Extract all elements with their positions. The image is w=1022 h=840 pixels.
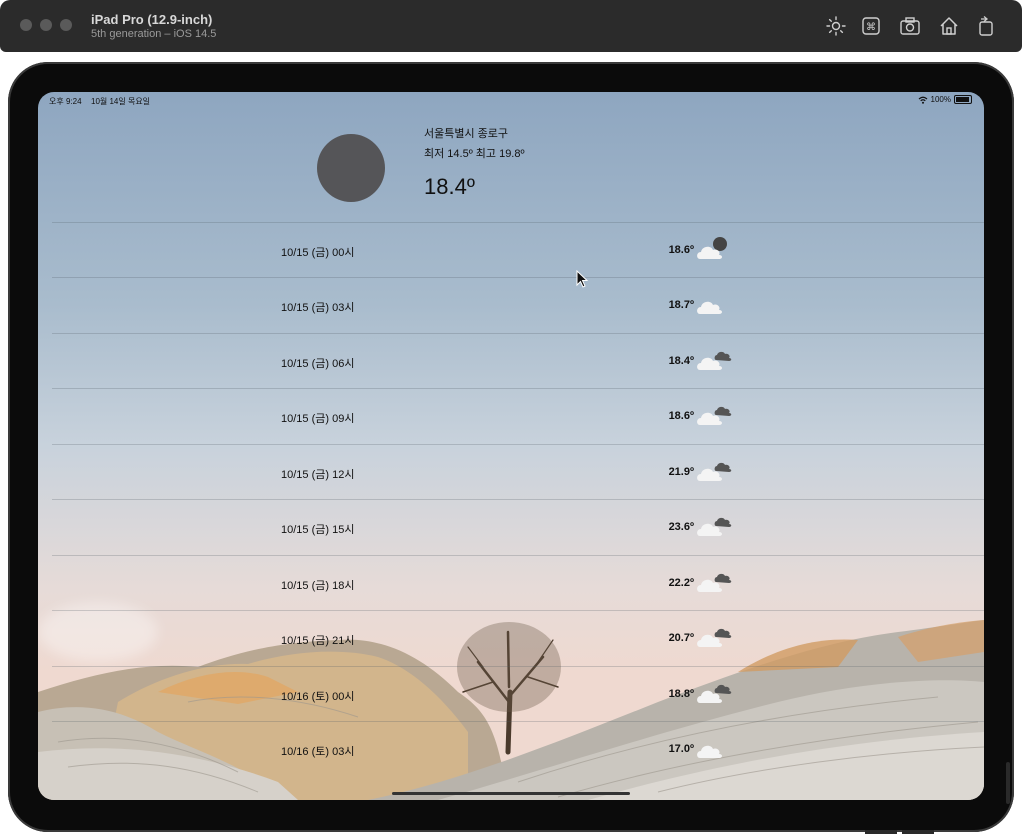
clouds-icon <box>697 406 732 425</box>
forecast-temperature: 18.6º <box>668 410 694 422</box>
forecast-row[interactable]: 10/15 (금) 12시 21.9º <box>52 444 984 500</box>
battery-icon <box>954 95 972 104</box>
home-indicator[interactable] <box>392 792 630 795</box>
cloud-icon <box>697 745 722 758</box>
close-window-button[interactable] <box>20 19 32 31</box>
forecast-time: 10/15 (금) 18시 <box>281 580 355 592</box>
forecast-temperature: 21.9º <box>668 466 694 478</box>
brightness-icon[interactable] <box>825 15 847 37</box>
minimize-window-button[interactable] <box>40 19 52 31</box>
forecast-temperature: 23.6º <box>668 521 694 533</box>
forecast-row[interactable]: 10/15 (금) 06시 18.4º <box>52 333 984 389</box>
forecast-time: 10/15 (금) 15시 <box>281 524 355 536</box>
forecast-temperature: 22.2º <box>668 577 694 589</box>
forecast-time: 10/16 (토) 00시 <box>281 691 355 703</box>
zoom-window-button[interactable] <box>60 19 72 31</box>
forecast-row[interactable]: 10/15 (금) 09시 18.6º <box>52 388 984 444</box>
clouds-icon <box>697 628 732 647</box>
status-bar: 오후 9:24 10월 14일 목요일 100% <box>38 92 984 110</box>
forecast-temperature: 18.6º <box>668 244 694 256</box>
location-label: 서울특별시 종로구 <box>424 128 509 140</box>
forecast-temperature: 18.4º <box>668 355 694 367</box>
forecast-time: 10/15 (금) 00시 <box>281 247 355 259</box>
status-date: 10월 14일 목요일 <box>91 97 151 106</box>
clouds-icon <box>697 573 732 592</box>
forecast-row[interactable]: 10/16 (토) 03시 17.0º <box>52 721 984 777</box>
forecast-temperature: 18.8º <box>668 688 694 700</box>
status-time: 오후 9:24 <box>49 97 82 106</box>
ipad-screen: 오후 9:24 10월 14일 목요일 100% 서울특별시 종로구 최저 14… <box>38 92 984 800</box>
mouse-cursor-icon <box>576 270 589 288</box>
forecast-row[interactable]: 10/15 (금) 03시 18.7º <box>52 277 984 333</box>
status-right: 100% <box>918 95 972 104</box>
battery-percent: 100% <box>930 95 951 104</box>
clouds-icon <box>697 684 732 703</box>
forecast-time: 10/15 (금) 21시 <box>281 635 355 647</box>
forecast-time: 10/15 (금) 09시 <box>281 413 355 425</box>
forecast-time: 10/15 (금) 12시 <box>281 469 355 481</box>
forecast-row[interactable]: 10/15 (금) 18시 22.2º <box>52 555 984 611</box>
side-button[interactable] <box>1006 762 1010 804</box>
rotate-icon[interactable] <box>975 15 997 37</box>
svg-text:⌘: ⌘ <box>866 22 876 33</box>
forecast-temperature: 20.7º <box>668 632 694 644</box>
screenshot-icon[interactable] <box>899 15 921 37</box>
forecast-row[interactable]: 10/15 (금) 15시 23.6º <box>52 499 984 555</box>
clouds-icon <box>697 351 732 370</box>
device-detail: 5th generation – iOS 14.5 <box>91 28 217 40</box>
forecast-temperature: 17.0º <box>668 743 694 755</box>
command-icon[interactable]: ⌘ <box>860 15 882 37</box>
clouds-icon <box>697 517 732 536</box>
min-max-label: 최저 14.5º 최고 19.8º <box>424 148 525 160</box>
forecast-row[interactable]: 10/15 (금) 00시 18.6º <box>52 222 984 278</box>
volume-button[interactable] <box>865 830 897 834</box>
device-name: iPad Pro (12.9-inch) <box>91 12 213 27</box>
forecast-time: 10/15 (금) 03시 <box>281 302 355 314</box>
forecast-row[interactable]: 10/16 (토) 00시 18.8º <box>52 666 984 722</box>
current-temperature: 18.4º <box>424 174 475 199</box>
home-icon[interactable] <box>938 15 960 37</box>
forecast-temperature: 18.7º <box>668 299 694 311</box>
simulator-toolbar: iPad Pro (12.9-inch) 5th generation – iO… <box>0 0 1022 52</box>
forecast-row[interactable]: 10/15 (금) 21시 20.7º <box>52 610 984 666</box>
current-weather-icon <box>317 134 385 202</box>
volume-button[interactable] <box>902 830 934 834</box>
forecast-time: 10/16 (토) 03시 <box>281 746 355 758</box>
cloud-moon-icon <box>697 237 727 259</box>
cloud-icon <box>697 301 722 314</box>
clouds-icon <box>697 462 732 481</box>
wifi-icon <box>918 96 927 104</box>
forecast-time: 10/15 (금) 06시 <box>281 358 355 370</box>
